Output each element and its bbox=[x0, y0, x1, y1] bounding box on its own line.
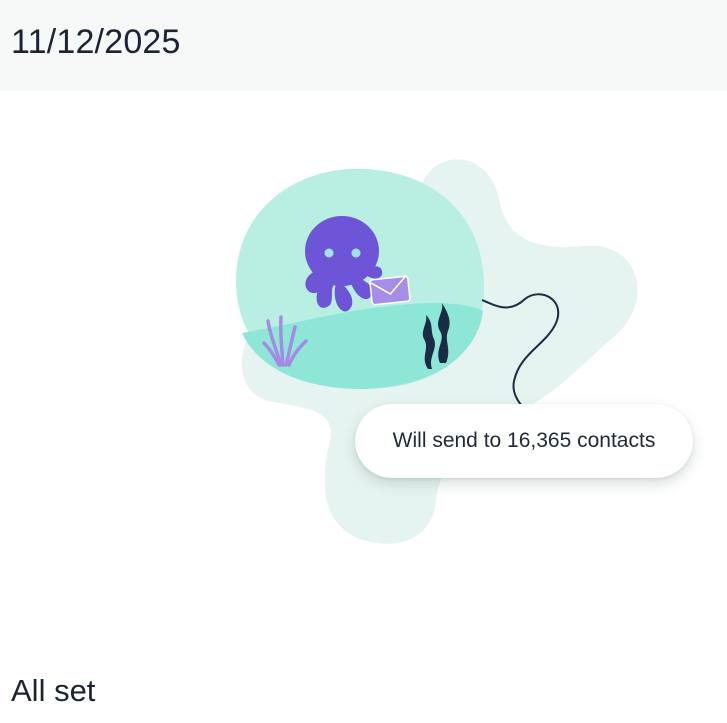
envelope-icon bbox=[369, 274, 411, 306]
send-illustration bbox=[0, 91, 727, 571]
recipient-count-text: Will send to 16,365 contacts bbox=[392, 429, 656, 452]
status-message: All set bbox=[11, 673, 96, 708]
header-bar: 11/12/2025 bbox=[0, 0, 727, 91]
recipient-count-tooltip: Will send to 16,365 contacts bbox=[355, 404, 693, 478]
illustration-svg bbox=[236, 159, 638, 544]
schedule-confirmation-page: 11/12/2025 Will send to 16,365 contacts … bbox=[0, 0, 727, 723]
scheduled-date: 11/12/2025 bbox=[11, 23, 181, 61]
